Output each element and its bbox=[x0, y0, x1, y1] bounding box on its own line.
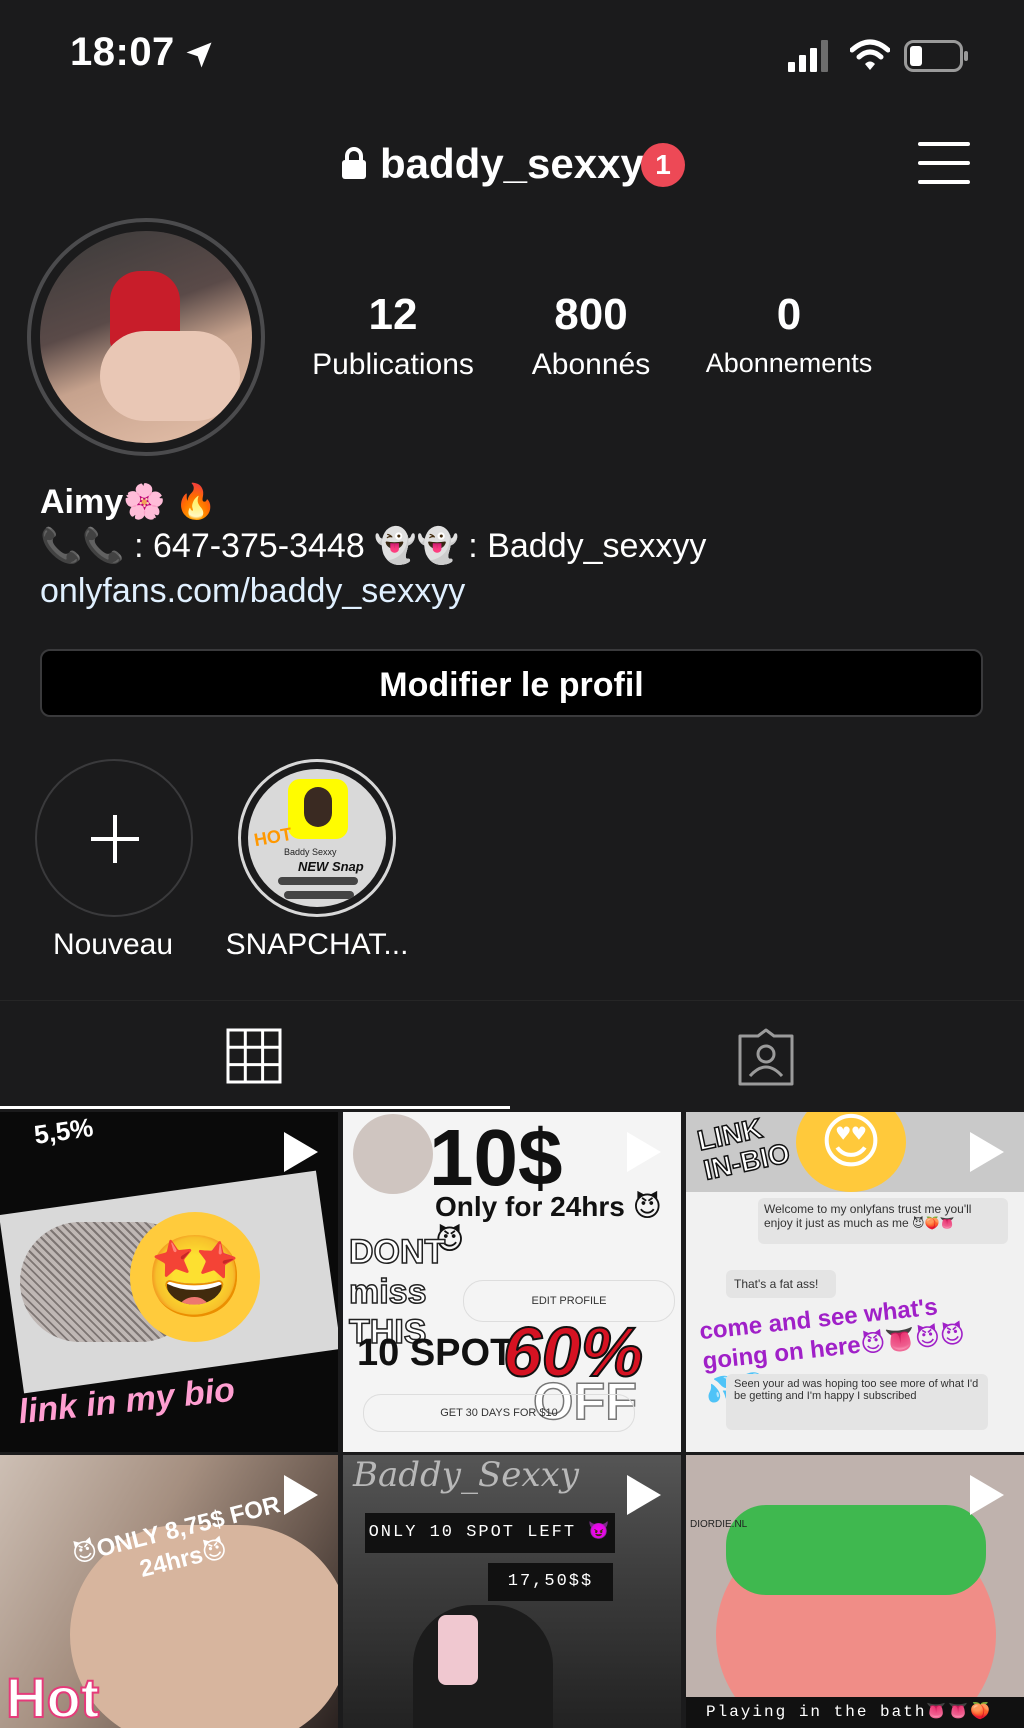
post-2-get30: GET 30 DAYS FOR $10 bbox=[363, 1394, 635, 1432]
post-5[interactable]: Baddy_Sexxy ONLY 10 SPOT LEFT 😈 17,50$$ bbox=[343, 1455, 681, 1728]
wifi-icon bbox=[850, 39, 890, 70]
new-highlight-button[interactable] bbox=[35, 759, 193, 917]
bio-name: Aimy🌸 🔥 bbox=[40, 483, 218, 521]
stat-publications[interactable]: 12 Publications bbox=[293, 290, 493, 382]
tagged-person-icon[interactable] bbox=[736, 1028, 796, 1088]
highlight-label-new: Nouveau bbox=[52, 928, 174, 961]
location-arrow-icon bbox=[186, 42, 212, 68]
post-2-spot: 10 SPOT bbox=[357, 1332, 514, 1374]
stat-label: Publications bbox=[312, 348, 474, 381]
cellular-signal-icon bbox=[788, 40, 828, 72]
snap-badge: NEW Snap bbox=[298, 859, 364, 874]
post-4-hot: Hot bbox=[5, 1665, 100, 1728]
snap-name: Baddy Sexxy bbox=[284, 847, 337, 857]
post-6[interactable]: DIORDIE.NL Playing in the bath👅👅🍑 bbox=[686, 1455, 1024, 1728]
bio-link[interactable]: onlyfans.com/baddy_sexxyy bbox=[40, 572, 465, 611]
post-2[interactable]: 10$ Only for 24hrs 😈😈 DONT miss THIS EDI… bbox=[343, 1112, 681, 1452]
profile-tab-bar bbox=[0, 1000, 1024, 1113]
active-tab-indicator bbox=[0, 1106, 510, 1109]
post-3-msg2: That's a fat ass! bbox=[726, 1270, 836, 1298]
stat-value: 12 bbox=[368, 290, 418, 339]
reel-play-icon bbox=[284, 1475, 318, 1515]
highlight-snapchat[interactable]: HOT Baddy Sexxy NEW Snap bbox=[238, 759, 396, 917]
post-1-top-text: 5,5% bbox=[32, 1112, 95, 1150]
post-1[interactable]: 🤩 5,5% link in my bio bbox=[0, 1112, 338, 1452]
stat-label: Abonnements bbox=[705, 348, 873, 378]
edit-profile-button[interactable]: Modifier le profil bbox=[40, 649, 983, 717]
stat-value: 800 bbox=[554, 290, 628, 339]
post-3-msg1: Welcome to my onlyfans trust me you'll e… bbox=[758, 1198, 1008, 1244]
notification-badge[interactable]: 1 bbox=[641, 143, 685, 187]
post-6-caption: Playing in the bath👅👅🍑 bbox=[686, 1697, 1024, 1728]
stat-following[interactable]: 0 Abonnements bbox=[689, 290, 889, 379]
post-3-msg3: Seen your ad was hoping too see more of … bbox=[726, 1374, 988, 1430]
hamburger-menu-icon[interactable] bbox=[918, 140, 970, 186]
plus-icon bbox=[91, 815, 139, 863]
grid-icon[interactable] bbox=[226, 1028, 282, 1084]
reel-play-icon bbox=[970, 1132, 1004, 1172]
post-5-script: Baddy_Sexxy bbox=[353, 1455, 579, 1495]
highlight-label-snapchat: SNAPCHAT... bbox=[225, 928, 409, 961]
stat-value: 0 bbox=[776, 290, 802, 339]
stat-label: Abonnés bbox=[531, 348, 651, 381]
post-6-watermark: DIORDIE.NL bbox=[690, 1519, 748, 1530]
status-time: 18:07 bbox=[70, 30, 175, 74]
post-3[interactable]: 😍 LINK IN-BIO Welcome to my onlyfans tru… bbox=[686, 1112, 1024, 1452]
reel-play-icon bbox=[627, 1132, 661, 1172]
stat-followers[interactable]: 800 Abonnés bbox=[491, 290, 691, 382]
avatar[interactable] bbox=[40, 231, 252, 443]
post-5-price: 17,50$$ bbox=[488, 1563, 613, 1601]
snapchat-highlight-cover: HOT Baddy Sexxy NEW Snap bbox=[248, 769, 386, 907]
reel-play-icon bbox=[970, 1475, 1004, 1515]
hugging-face-emoji: 🤩 bbox=[130, 1212, 260, 1342]
profile-username[interactable]: baddy_sexxy bbox=[380, 140, 644, 188]
bio-contact-line: 📞📞 : 647-375-3448 👻👻 : Baddy_sexxyy bbox=[40, 527, 707, 565]
post-4[interactable]: 😈ONLY 8,75$ FOR 24hrs😈 Hot bbox=[0, 1455, 338, 1728]
reel-play-icon bbox=[284, 1132, 318, 1172]
post-5-spots: ONLY 10 SPOT LEFT 😈 bbox=[365, 1513, 615, 1553]
post-2-sub: Only for 24hrs 😈😈 bbox=[435, 1191, 662, 1255]
battery-icon bbox=[904, 40, 968, 72]
reel-play-icon bbox=[627, 1475, 661, 1515]
lock-icon bbox=[342, 147, 366, 179]
